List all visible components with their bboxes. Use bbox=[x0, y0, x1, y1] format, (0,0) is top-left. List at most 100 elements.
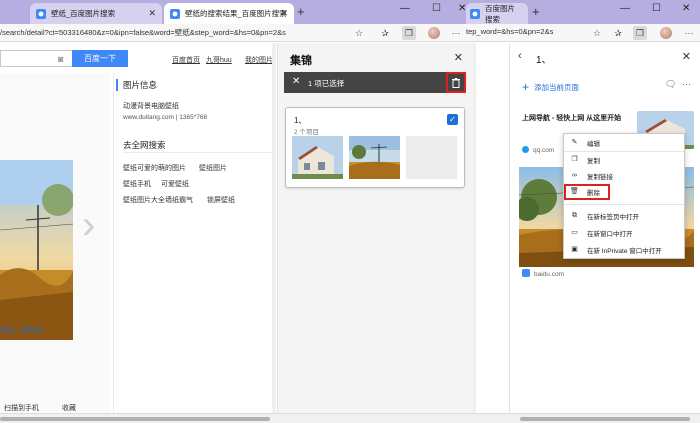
collection-title: 1、 bbox=[536, 55, 552, 66]
minimize-icon[interactable]: — bbox=[400, 3, 410, 14]
new-window-icon: ▭ bbox=[571, 229, 578, 236]
selection-bar: ✕ 1 项已选择 bbox=[284, 72, 466, 93]
item-title: 上网导航 - 轻快上网 从这里开始 bbox=[522, 115, 622, 122]
close-tab-icon[interactable]: ✕ bbox=[280, 8, 288, 19]
menu-item-copy-link[interactable]: ∞ 复制链接 bbox=[564, 168, 684, 183]
more-menu-icon[interactable]: ··· bbox=[449, 26, 463, 40]
trash-icon bbox=[452, 77, 460, 88]
close-tab-icon[interactable]: ✕ bbox=[148, 8, 156, 19]
favorites-list-icon[interactable]: ✰ bbox=[378, 26, 392, 40]
url-field[interactable]: tep_word=&hs=0&pn=2&s bbox=[466, 27, 592, 36]
menu-item-label: 复制链接 bbox=[587, 174, 613, 181]
maximize-icon[interactable]: ☐ bbox=[432, 3, 441, 14]
collections-icon[interactable]: ❐ bbox=[633, 26, 647, 40]
add-page-label: 添加当前页面 bbox=[534, 83, 580, 92]
main-image[interactable] bbox=[0, 160, 73, 340]
collections-title: 集锦 bbox=[290, 55, 312, 67]
scrollbar-thumb[interactable] bbox=[520, 417, 690, 421]
menu-item-open-inprivate[interactable]: ▣ 在新 InPrivate 窗口中打开 bbox=[564, 242, 684, 257]
checked-checkbox[interactable]: ✓ bbox=[447, 114, 458, 125]
more-menu-icon[interactable]: ··· bbox=[682, 26, 696, 40]
close-window-icon[interactable]: ✕ bbox=[682, 3, 690, 14]
url-field[interactable]: /search/detail?ct=503316480&z=0&ipn=fals… bbox=[0, 27, 350, 38]
scrollbar-thumb[interactable] bbox=[0, 417, 270, 421]
menu-item-label: 在新标签页中打开 bbox=[587, 214, 639, 221]
close-icon[interactable]: ✕ bbox=[682, 50, 691, 63]
image-info-panel: 图片信息 动漫背景电脑壁纸 www.duitang.com | 1365*768… bbox=[113, 73, 276, 413]
image-name: 动漫背景电脑壁纸 bbox=[123, 103, 179, 110]
baidu-image-favicon-icon bbox=[470, 8, 480, 19]
item-source: baidu.com bbox=[522, 269, 564, 278]
collections-scrollbar[interactable] bbox=[473, 43, 476, 413]
baidu-search-button[interactable]: 百度一下 bbox=[72, 50, 128, 67]
menu-item-label: 编辑 bbox=[587, 141, 600, 148]
tab-search-results[interactable]: 壁纸的搜索结果_百度图片搜索 ✕ bbox=[164, 3, 294, 24]
favorite-star-icon[interactable]: ☆ bbox=[590, 26, 604, 40]
divider bbox=[123, 152, 273, 153]
new-tab-icon[interactable]: + bbox=[532, 4, 540, 19]
baidu-image-favicon-icon bbox=[170, 8, 180, 19]
delete-highlight-box bbox=[564, 184, 610, 200]
avatar[interactable] bbox=[428, 27, 440, 39]
collection-count: 2 个项目 bbox=[294, 129, 319, 136]
tab-label: 壁纸的搜索结果_百度图片搜索 bbox=[185, 9, 287, 18]
related-tag[interactable]: 壁纸手机 bbox=[123, 179, 151, 189]
link-user[interactable]: 九哥huu bbox=[206, 55, 232, 65]
selection-count: 1 项已选择 bbox=[308, 79, 345, 88]
next-image-arrow-icon[interactable]: › bbox=[82, 205, 95, 245]
link-baidu-home[interactable]: 百度首页 bbox=[172, 55, 200, 65]
image-caption-link[interactable]: 淘宝，超优品... bbox=[0, 325, 48, 335]
cancel-selection-icon[interactable]: ✕ bbox=[292, 76, 300, 87]
tab-wallpaper[interactable]: 壁纸_百度图片搜索 ✕ bbox=[30, 3, 162, 24]
delete-selected-button[interactable] bbox=[446, 72, 466, 93]
maximize-icon[interactable]: ☐ bbox=[652, 3, 661, 14]
add-current-page-button[interactable]: + 添加当前页面 bbox=[522, 80, 579, 94]
camera-search-icon[interactable]: ◙ bbox=[58, 54, 63, 64]
collections-panel: 集锦 ✕ ✕ 1 项已选择 1、 2 个项目 ✓ bbox=[277, 43, 473, 413]
notes-icon[interactable]: 🗨 bbox=[665, 79, 676, 90]
scan-to-phone-button[interactable]: 扫描到手机 bbox=[4, 403, 39, 413]
related-tag[interactable]: 可爱壁纸 bbox=[161, 179, 189, 189]
inprivate-window-icon: ▣ bbox=[571, 246, 578, 253]
new-tab-icon[interactable]: + bbox=[297, 4, 305, 19]
horizontal-scrollbar[interactable] bbox=[0, 413, 700, 423]
menu-item-copy[interactable]: ❐ 复制 bbox=[564, 152, 684, 167]
menu-item-edit[interactable]: ✎ 编辑 bbox=[564, 135, 684, 150]
collections-icon[interactable]: ❐ bbox=[402, 26, 416, 40]
qq-favicon-icon bbox=[522, 146, 529, 153]
related-tag[interactable]: 壁纸图片 bbox=[199, 163, 227, 173]
link-my-images[interactable]: 我的图片 bbox=[245, 55, 273, 65]
back-arrow-icon[interactable]: ‹ bbox=[518, 50, 522, 62]
related-tag[interactable]: 壁纸可爱的萌的图片 bbox=[123, 163, 186, 173]
collection-name: 1、 bbox=[294, 116, 307, 125]
tab-baidu-image[interactable]: 百度图片搜索 bbox=[466, 3, 528, 24]
more-options-icon[interactable]: ··· bbox=[682, 79, 691, 89]
favorite-star-icon[interactable]: ☆ bbox=[352, 26, 366, 40]
favorite-button[interactable]: 收藏 bbox=[62, 403, 76, 413]
tab-strip: 壁纸_百度图片搜索 ✕ 壁纸的搜索结果_百度图片搜索 ✕ + — ☐ ✕ 百度图… bbox=[0, 0, 700, 24]
page-scrollbar[interactable] bbox=[272, 43, 276, 413]
minimize-icon[interactable]: — bbox=[620, 3, 630, 14]
menu-item-open-new-tab[interactable]: ⧉ 在新标签页中打开 bbox=[564, 208, 684, 223]
menu-item-label: 在新 InPrivate 窗口中打开 bbox=[587, 248, 662, 255]
web-search-title: 去全网搜索 bbox=[123, 140, 166, 150]
favorites-list-icon[interactable]: ✰ bbox=[611, 26, 625, 40]
menu-item-open-new-window[interactable]: ▭ 在新窗口中打开 bbox=[564, 225, 684, 240]
related-tag[interactable]: 壁纸图片大全墙纸霸气 bbox=[123, 195, 193, 205]
pencil-icon: ✎ bbox=[571, 139, 578, 146]
address-bar: /search/detail?ct=503316480&z=0&ipn=fals… bbox=[0, 24, 700, 42]
collection-card[interactable]: 1、 2 个项目 ✓ bbox=[285, 107, 465, 188]
tab-label: 壁纸_百度图片搜索 bbox=[51, 9, 116, 18]
baidu-image-page: ◙ 百度一下 百度首页 九哥huu 我的图片 › 淘宝，超优品... 扫描到手机… bbox=[0, 43, 276, 413]
menu-item-label: 复制 bbox=[587, 158, 600, 165]
related-tag[interactable]: 锁屏壁纸 bbox=[207, 195, 235, 205]
image-source-size[interactable]: www.duitang.com | 1365*768 bbox=[123, 114, 207, 121]
plus-icon: + bbox=[522, 80, 530, 94]
copy-icon: ❐ bbox=[571, 156, 578, 163]
close-icon[interactable]: ✕ bbox=[454, 51, 463, 64]
item-source-label: baidu.com bbox=[534, 271, 564, 278]
menu-item-label: 在新窗口中打开 bbox=[587, 231, 633, 238]
tab-label: 百度图片搜索 bbox=[485, 3, 515, 24]
collection-thumbnail bbox=[349, 136, 400, 179]
avatar[interactable] bbox=[660, 27, 672, 39]
